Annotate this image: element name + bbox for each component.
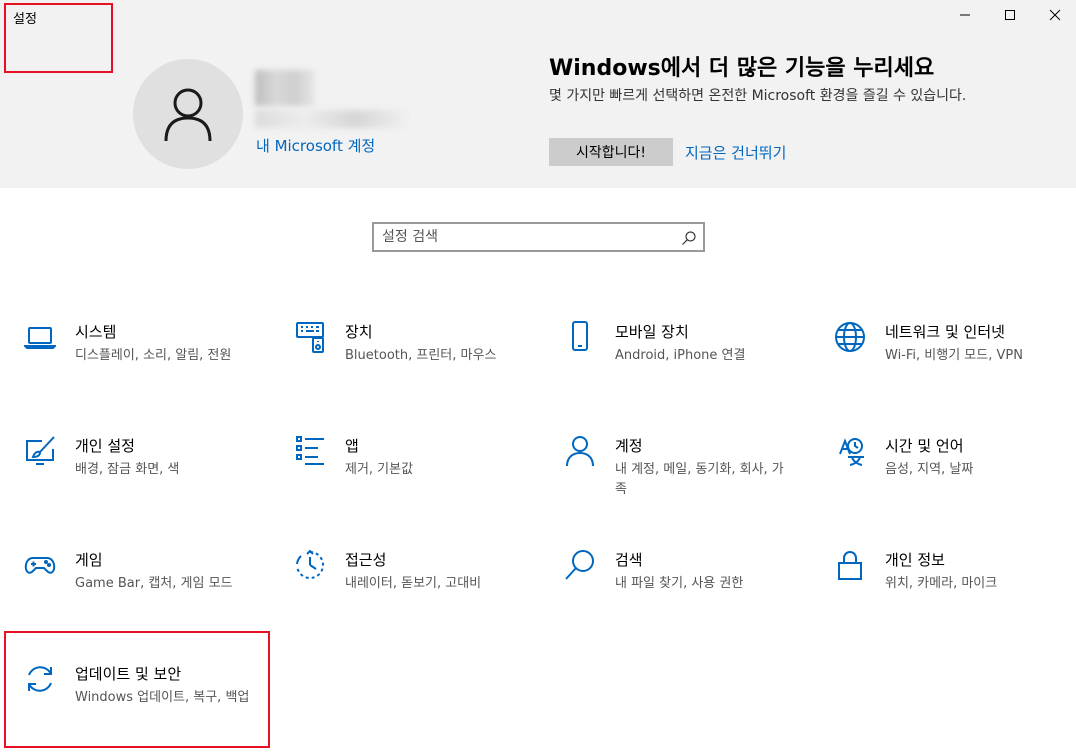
personalization-icon xyxy=(26,436,55,465)
category-title: 네트워크 및 인터넷 xyxy=(885,323,1005,341)
category-description: 디스플레이, 소리, 알림, 전원 xyxy=(75,348,232,363)
promo-description: 몇 가지만 빠르게 선택하면 온전한 Microsoft 환경을 즐길 수 있습… xyxy=(549,88,967,104)
devices-icon xyxy=(296,322,324,353)
category-description: 음성, 지역, 날짜 xyxy=(885,462,974,477)
redacted-user-name xyxy=(255,70,315,106)
my-microsoft-account-link[interactable]: 내 Microsoft 계정 xyxy=(256,135,375,156)
laptop-icon xyxy=(24,327,56,349)
category-description: Game Bar, 캡처, 게임 모드 xyxy=(75,576,233,591)
category-description: 제거, 기본값 xyxy=(345,462,414,477)
maximize-icon xyxy=(1005,10,1015,20)
category-apps[interactable]: 앱 제거, 기본값 xyxy=(290,435,530,515)
category-mobile-devices[interactable]: 모바일 장치 Android, iPhone 연결 xyxy=(560,321,800,401)
apps-list-icon xyxy=(296,436,324,465)
category-title: 앱 xyxy=(345,437,359,455)
category-system[interactable]: 시스템 디스플레이, 소리, 알림, 전원 xyxy=(20,321,260,401)
avatar[interactable] xyxy=(133,59,243,169)
category-devices[interactable]: 장치 Bluetooth, 프린터, 마우스 xyxy=(290,321,530,401)
category-privacy[interactable]: 개인 정보 위치, 카메라, 마이크 xyxy=(830,549,1070,629)
person-icon xyxy=(164,88,212,142)
skip-for-now-link[interactable]: 지금은 건너뛰기 xyxy=(685,142,786,163)
minimize-icon xyxy=(960,14,970,16)
category-title: 계정 xyxy=(615,437,643,455)
get-started-button[interactable]: 시작합니다! xyxy=(549,138,673,166)
category-search[interactable]: 검색 내 파일 찾기, 사용 권한 xyxy=(560,549,800,629)
category-title: 검색 xyxy=(615,551,643,569)
category-description: 배경, 잠금 화면, 색 xyxy=(75,462,180,477)
category-description: 내 파일 찾기, 사용 권한 xyxy=(615,576,744,591)
category-gaming[interactable]: 게임 Game Bar, 캡처, 게임 모드 xyxy=(20,549,260,629)
category-title: 게임 xyxy=(75,551,103,569)
category-time-language[interactable]: 시간 및 언어 음성, 지역, 날짜 xyxy=(830,435,1070,515)
category-title: 시간 및 언어 xyxy=(885,437,964,455)
category-network-internet[interactable]: 네트워크 및 인터넷 Wi-Fi, 비행기 모드, VPN xyxy=(830,321,1070,401)
category-title: 모바일 장치 xyxy=(615,323,689,341)
time-language-icon xyxy=(839,438,864,466)
highlight-box-title xyxy=(4,3,113,73)
category-description: 내 계정, 메일, 동기화, 회사, 가족 xyxy=(615,462,784,497)
search-icon[interactable] xyxy=(681,230,697,246)
category-title: 접근성 xyxy=(345,551,387,569)
category-title: 개인 설정 xyxy=(75,437,135,455)
category-personalization[interactable]: 개인 설정 배경, 잠금 화면, 색 xyxy=(20,435,260,515)
category-description: Bluetooth, 프린터, 마우스 xyxy=(345,348,497,363)
promo-title: Windows에서 더 많은 기능을 누리세요 xyxy=(549,56,935,81)
globe-icon xyxy=(835,322,865,352)
maximize-button[interactable] xyxy=(987,0,1033,30)
category-description: 위치, 카메라, 마이크 xyxy=(885,576,998,591)
category-description: 내레이터, 돋보기, 고대비 xyxy=(345,576,482,591)
category-accounts[interactable]: 계정 내 계정, 메일, 동기화, 회사, 가족 xyxy=(560,435,800,515)
highlight-box-update-security xyxy=(4,631,270,748)
phone-icon xyxy=(572,321,588,351)
category-title: 개인 정보 xyxy=(885,551,945,569)
minimize-button[interactable] xyxy=(942,0,988,30)
search-category-icon xyxy=(565,550,594,580)
category-description: Wi-Fi, 비행기 모드, VPN xyxy=(885,348,1023,363)
category-description: Android, iPhone 연결 xyxy=(615,348,746,363)
settings-search-box[interactable] xyxy=(372,222,705,252)
gamepad-icon xyxy=(24,557,56,574)
close-button[interactable] xyxy=(1032,0,1076,30)
category-accessibility[interactable]: 접근성 내레이터, 돋보기, 고대비 xyxy=(290,549,530,629)
redacted-user-email xyxy=(255,110,405,128)
category-title: 장치 xyxy=(345,323,373,341)
search-input[interactable] xyxy=(382,227,672,247)
category-title: 시스템 xyxy=(75,323,117,341)
lock-icon xyxy=(838,551,862,580)
account-icon xyxy=(566,436,594,467)
accessibility-icon xyxy=(296,549,325,579)
close-icon xyxy=(1049,9,1061,21)
